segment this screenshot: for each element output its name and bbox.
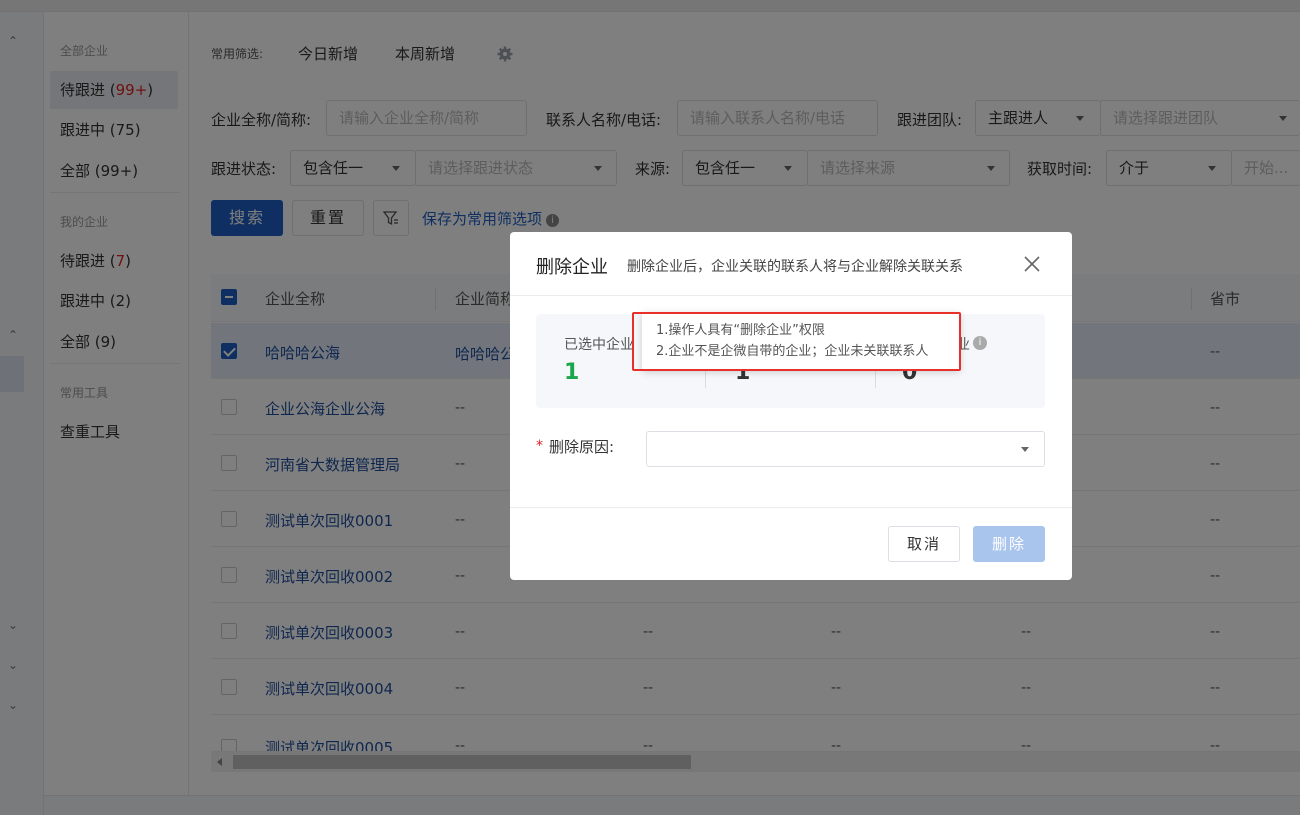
dialog-footer-divider: [510, 507, 1072, 508]
delete-reason-label: 删除原因:: [549, 438, 615, 456]
cancel-button[interactable]: 取消: [888, 526, 960, 562]
chevron-down-icon: [1021, 447, 1029, 452]
close-icon[interactable]: [1022, 254, 1042, 274]
stat-selected-label: 已选中企业: [564, 337, 634, 353]
dialog-subtitle: 删除企业后，企业关联的联系人将与企业解除关联关系: [627, 259, 963, 275]
delete-button[interactable]: 删除: [973, 526, 1045, 562]
info-icon[interactable]: i: [973, 336, 987, 350]
delete-reason-select[interactable]: [646, 431, 1045, 467]
stat-selected-value: 1: [564, 360, 580, 385]
annotation-highlight-box: [632, 312, 961, 371]
dialog-title: 删除企业: [536, 257, 608, 278]
dialog-header-divider: [510, 295, 1072, 296]
required-mark: *: [536, 438, 543, 454]
delete-company-dialog: 删除企业 删除企业后，企业关联的联系人将与企业解除关联关系 已选中企业 1 1 …: [510, 232, 1072, 580]
